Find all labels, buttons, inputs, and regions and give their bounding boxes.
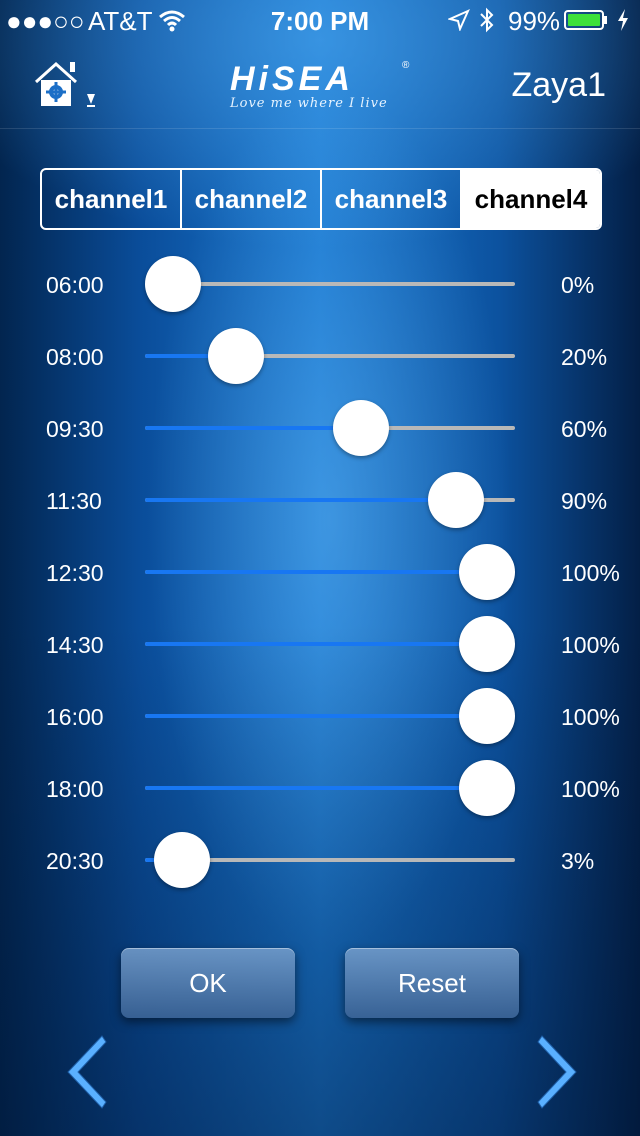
- slider-thumb[interactable]: [459, 544, 515, 600]
- brightness-slider[interactable]: [145, 616, 515, 672]
- brightness-slider[interactable]: [145, 688, 515, 744]
- reset-button[interactable]: Reset: [345, 948, 519, 1018]
- schedule-row: 12:30 100%: [0, 536, 640, 608]
- brightness-percent: 100%: [561, 704, 620, 730]
- tab-channel2[interactable]: channel2: [182, 170, 322, 228]
- schedule-row: 16:00 100%: [0, 680, 640, 752]
- slider-fill: [145, 642, 487, 646]
- slider-thumb[interactable]: [207, 328, 264, 384]
- brightness-slider[interactable]: [145, 256, 515, 312]
- schedule-row: 08:00 20%: [0, 320, 640, 392]
- hisea-logo: HiSEA ® Love me where I live: [222, 60, 418, 116]
- battery-percent: 99%: [508, 6, 561, 36]
- brightness-percent: 20%: [561, 344, 608, 370]
- charging-bolt-icon: [618, 9, 628, 31]
- brightness-slider[interactable]: [145, 328, 515, 384]
- brightness-percent: 100%: [561, 632, 620, 658]
- nav-bar: HiSEA ® Love me where I live Zaya1: [0, 40, 640, 129]
- brightness-slider[interactable]: [145, 544, 515, 600]
- brightness-percent: 60%: [561, 416, 608, 442]
- tab-channel1[interactable]: channel1: [42, 170, 182, 228]
- slider-thumb[interactable]: [333, 400, 390, 456]
- slider-thumb[interactable]: [459, 688, 515, 744]
- tab-channel4[interactable]: channel4: [462, 170, 600, 228]
- battery-icon: [564, 10, 607, 30]
- brightness-slider[interactable]: [145, 472, 515, 528]
- brightness-slider[interactable]: [145, 832, 515, 888]
- status-bar: ●●●○○ AT&T 7:00 PM 99%: [0, 0, 640, 40]
- brightness-percent: 0%: [561, 272, 595, 298]
- ok-button[interactable]: OK: [121, 948, 295, 1018]
- schedule-row: 20:30 3%: [0, 824, 640, 896]
- schedule-time: 18:00: [46, 776, 104, 802]
- logo-text: HiSEA: [230, 60, 354, 98]
- slider-thumb[interactable]: [145, 256, 201, 312]
- slider-thumb[interactable]: [154, 832, 211, 888]
- schedule-row: 09:30 60%: [0, 392, 640, 464]
- logo-tagline: Love me where I live: [230, 96, 388, 111]
- channel-tabs: channel1 channel2 channel3 channel4: [40, 168, 602, 230]
- slider-fill: [145, 426, 362, 430]
- location-arrow-icon: [448, 9, 470, 31]
- schedule-time: 12:30: [46, 560, 104, 586]
- brightness-percent: 100%: [561, 560, 620, 586]
- schedule-time: 14:30: [46, 632, 104, 658]
- logo-registered-mark: ®: [402, 60, 410, 71]
- schedule-time: 20:30: [46, 848, 104, 874]
- brightness-slider[interactable]: [145, 400, 515, 456]
- slider-thumb[interactable]: [459, 760, 515, 816]
- bluetooth-icon: [480, 7, 494, 33]
- schedule-row: 14:30 100%: [0, 608, 640, 680]
- schedule-row: 18:00 100%: [0, 752, 640, 824]
- schedule-row: 11:30 90%: [0, 464, 640, 536]
- slider-fill: [145, 786, 487, 790]
- user-name: Zaya1: [511, 66, 607, 104]
- chevron-right-icon[interactable]: [536, 1034, 582, 1110]
- slider-thumb[interactable]: [427, 472, 484, 528]
- schedule-time: 11:30: [46, 488, 102, 514]
- slider-thumb[interactable]: [459, 616, 515, 672]
- brightness-percent: 3%: [561, 848, 595, 874]
- slider-fill: [145, 570, 487, 574]
- chevron-left-icon[interactable]: [62, 1034, 108, 1110]
- schedule-time: 09:30: [46, 416, 104, 442]
- schedule-time: 08:00: [46, 344, 104, 370]
- slider-fill: [145, 714, 487, 718]
- tab-channel3[interactable]: channel3: [322, 170, 462, 228]
- slider-fill: [145, 498, 456, 502]
- brightness-percent: 90%: [561, 488, 608, 514]
- brightness-slider[interactable]: [145, 760, 515, 816]
- brightness-percent: 100%: [561, 776, 620, 802]
- home-gear-icon[interactable]: [32, 58, 104, 112]
- schedule-row: 06:00 0%: [0, 248, 640, 320]
- schedule-time: 16:00: [46, 704, 104, 730]
- schedule-time: 06:00: [46, 272, 104, 298]
